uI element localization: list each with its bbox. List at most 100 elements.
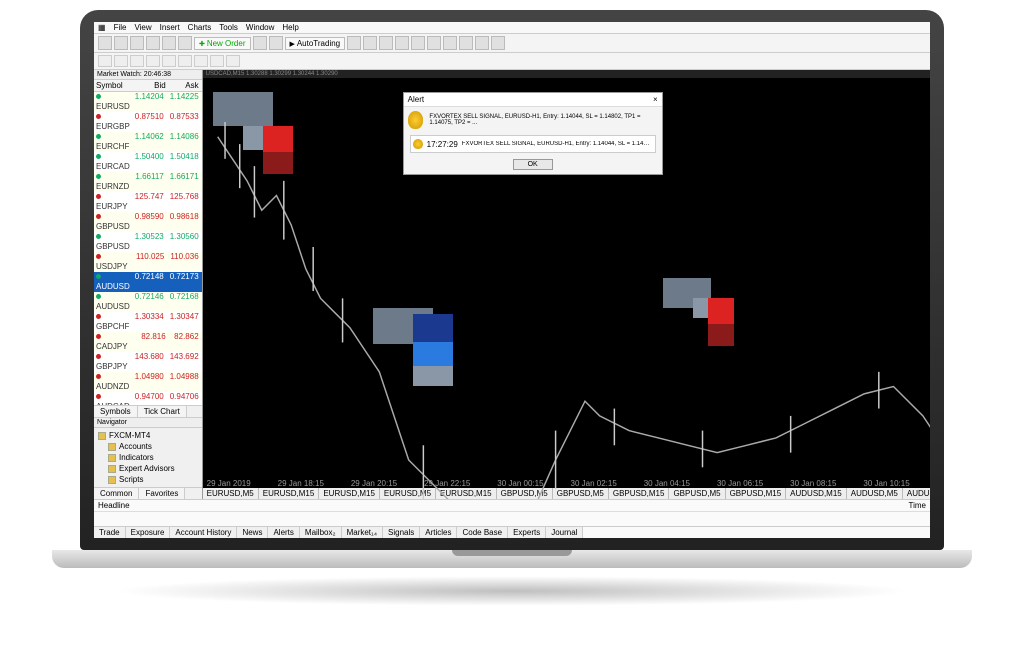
tool-options-icon[interactable]: [269, 36, 283, 50]
laptop-base: [52, 550, 972, 568]
news-headline-col: Headline: [98, 501, 909, 510]
tool-navigator-icon[interactable]: [146, 36, 160, 50]
mw-row-audusd[interactable]: AUDUSD0.721480.72173: [94, 272, 202, 292]
terminal-tab[interactable]: Market₁₄: [342, 527, 383, 538]
nav-root[interactable]: FXCM-MT4: [98, 430, 198, 441]
tool-shift-icon[interactable]: [443, 36, 457, 50]
tool-meta-icon[interactable]: [253, 36, 267, 50]
mw-row-gbpjpy[interactable]: GBPJPY143.680143.692: [94, 352, 202, 372]
nav-accounts[interactable]: Accounts: [98, 441, 198, 452]
mw-row-eurnzd[interactable]: EURNZD1.661171.66171: [94, 172, 202, 192]
mw-row-eurchf[interactable]: EURCHF1.140621.14086: [94, 132, 202, 152]
terminal-tab[interactable]: Trade: [94, 527, 126, 538]
tool-autoscroll-icon[interactable]: [427, 36, 441, 50]
mw-row-gbpusd[interactable]: GBPUSD0.985900.98618: [94, 212, 202, 232]
folder-icon: [108, 476, 116, 484]
terminal-tab[interactable]: News: [237, 527, 268, 538]
tool-bar-chart-icon[interactable]: [347, 36, 361, 50]
navigator-tree[interactable]: FXCM-MT4 Accounts Indicators Expert Advi…: [94, 428, 202, 487]
mt4-logo-icon: ▦: [98, 23, 106, 32]
terminal-tab[interactable]: Alerts: [268, 527, 299, 538]
mw-row-eurusd[interactable]: EURUSD1.142041.14225: [94, 92, 202, 112]
new-order-button[interactable]: ✚ New Order: [194, 37, 251, 50]
mw-row-gbpchf[interactable]: GBPCHF1.303341.30347: [94, 312, 202, 332]
main-toolbar: ✚ New Order ▶ AutoTrading: [94, 34, 930, 53]
alert-ok-button[interactable]: OK: [513, 159, 553, 170]
alert-dialog: Alert × FXVORTEX SELL SIGNAL, EURUSD-H1,…: [403, 92, 663, 175]
news-time-col: Time: [909, 501, 926, 510]
mw-tab-tickchart[interactable]: Tick Chart: [138, 406, 187, 417]
tool-periods-icon[interactable]: [475, 36, 489, 50]
menu-window[interactable]: Window: [246, 23, 274, 32]
time-axis: 29 Jan 201929 Jan 18:1529 Jan 20:1529 Ja…: [203, 479, 930, 488]
terminal-tab[interactable]: Signals: [383, 527, 420, 538]
mw-tab-symbols[interactable]: Symbols: [94, 406, 138, 417]
tool-tester-icon[interactable]: [178, 36, 192, 50]
mw-row-usdjpy[interactable]: USDJPY110.025110.036: [94, 252, 202, 272]
market-watch-list[interactable]: EURUSD1.142041.14225EURGBP0.875100.87533…: [94, 92, 202, 405]
alert-message: FXVORTEX SELL SIGNAL, EURUSD-H1, Entry: …: [429, 114, 657, 126]
app-window: ▦ File View Insert Charts Tools Window H…: [94, 22, 930, 538]
chart-title: USDCAD,M15 1.30288 1.30299 1.30244 1.302…: [203, 70, 930, 78]
tool-profiles-icon[interactable]: [114, 36, 128, 50]
draw-hline-icon[interactable]: [146, 55, 160, 67]
folder-icon: [108, 465, 116, 473]
nav-experts[interactable]: Expert Advisors: [98, 463, 198, 474]
tool-terminal-icon[interactable]: [162, 36, 176, 50]
folder-icon: [108, 454, 116, 462]
mw-row-audnzd[interactable]: AUDNZD1.049801.04988: [94, 372, 202, 392]
tool-candle-icon[interactable]: [363, 36, 377, 50]
nav-scripts[interactable]: Scripts: [98, 474, 198, 485]
draw-vline-icon[interactable]: [130, 55, 144, 67]
terminal-tab[interactable]: Articles: [420, 527, 457, 538]
market-watch-title: Market Watch: 20:46:38: [94, 70, 202, 80]
menu-insert[interactable]: Insert: [160, 23, 180, 32]
folder-icon: [108, 443, 116, 451]
menu-charts[interactable]: Charts: [188, 23, 212, 32]
terminal-tab[interactable]: Mailbox₂: [300, 527, 342, 538]
draw-toolbar: [94, 53, 930, 70]
tool-templates-icon[interactable]: [491, 36, 505, 50]
terminal-tab[interactable]: Code Base: [457, 527, 508, 538]
menu-view[interactable]: View: [134, 23, 151, 32]
mw-row-cadjpy[interactable]: CADJPY82.81682.862: [94, 332, 202, 352]
mw-row-audcad[interactable]: AUDCAD0.947000.94706: [94, 392, 202, 405]
terminal-tab[interactable]: Journal: [546, 527, 583, 538]
draw-fibo-icon[interactable]: [194, 55, 208, 67]
alert-history-row[interactable]: 17:27:29 FXVORTEX SELL SIGNAL, EURUSD-H1…: [410, 135, 656, 153]
terminal-tab[interactable]: Experts: [508, 527, 546, 538]
bell-icon: [408, 111, 424, 129]
tool-market-watch-icon[interactable]: [130, 36, 144, 50]
menu-help[interactable]: Help: [282, 23, 298, 32]
terminal-tab[interactable]: Account History: [170, 527, 237, 538]
draw-crosshair-icon[interactable]: [114, 55, 128, 67]
tool-new-chart-icon[interactable]: [98, 36, 112, 50]
mw-row-gbpusd[interactable]: GBPUSD1.305231.30560: [94, 232, 202, 252]
draw-text-icon[interactable]: [210, 55, 224, 67]
nav-tab-common[interactable]: Common: [94, 488, 139, 499]
nav-tab-favorites[interactable]: Favorites: [139, 488, 185, 499]
autotrading-button[interactable]: ▶ AutoTrading: [285, 37, 346, 50]
tool-zoom-out-icon[interactable]: [411, 36, 425, 50]
draw-cursor-icon[interactable]: [98, 55, 112, 67]
draw-trendline-icon[interactable]: [162, 55, 176, 67]
price-chart[interactable]: 1.317001.316501.316001.315501.315001.314…: [203, 78, 930, 488]
mw-row-eurcad[interactable]: EURCAD1.504001.50418: [94, 152, 202, 172]
tool-line-chart-icon[interactable]: [379, 36, 393, 50]
nav-indicators[interactable]: Indicators: [98, 452, 198, 463]
draw-arrow-icon[interactable]: [226, 55, 240, 67]
draw-channel-icon[interactable]: [178, 55, 192, 67]
mw-row-eurgbp[interactable]: EURGBP0.875100.87533: [94, 112, 202, 132]
terminal-panel: HeadlineTime TradeExposureAccount Histor…: [94, 499, 930, 538]
tool-zoom-in-icon[interactable]: [395, 36, 409, 50]
mw-row-eurjpy[interactable]: EURJPY125.747125.768: [94, 192, 202, 212]
mw-row-audusd[interactable]: AUDUSD0.721460.72168: [94, 292, 202, 312]
folder-icon: [98, 432, 106, 440]
menu-bar: ▦ File View Insert Charts Tools Window H…: [94, 22, 930, 34]
tool-indicators-icon[interactable]: [459, 36, 473, 50]
laptop-shadow: [112, 576, 912, 606]
menu-file[interactable]: File: [114, 23, 127, 32]
menu-tools[interactable]: Tools: [219, 23, 238, 32]
terminal-tab[interactable]: Exposure: [126, 527, 171, 538]
close-icon[interactable]: ×: [653, 95, 658, 104]
